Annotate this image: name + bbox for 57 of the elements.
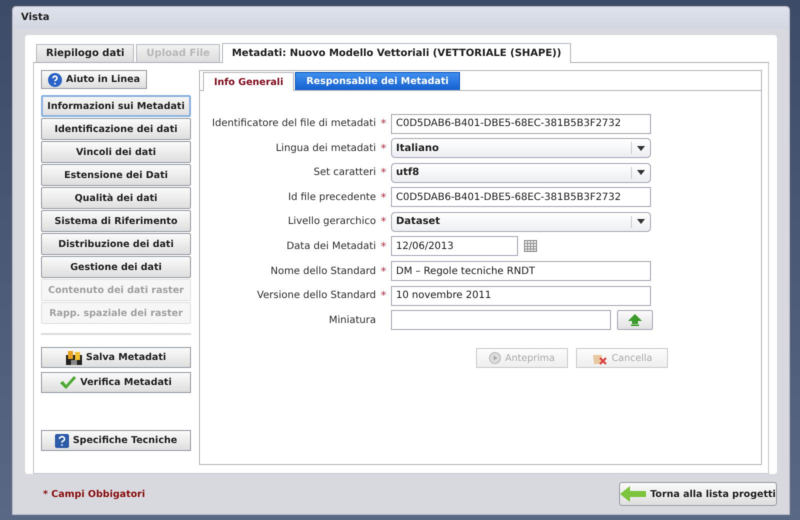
input-field[interactable]: DM – Regole tecniche RNDT [391, 261, 651, 282]
field-label: Nome dello Standard [269, 266, 376, 277]
save-button[interactable]: Salva Metadati [41, 347, 191, 368]
folder-icon [66, 350, 82, 364]
dropdown[interactable]: Italiano [391, 138, 651, 158]
required-mark: * [380, 264, 388, 278]
date-field[interactable]: 12/06/2013 [391, 236, 518, 256]
caret-icon [637, 219, 645, 224]
book-icon [54, 434, 69, 448]
verify-button[interactable]: Verifica Metadati [41, 372, 191, 393]
calendar-icon[interactable] [524, 240, 537, 252]
caret-icon [637, 170, 645, 176]
help-icon [48, 72, 62, 86]
sidebar-item[interactable]: Gestione dei dati [41, 256, 191, 278]
required-mark: * [380, 166, 388, 180]
sidebar-item[interactable]: Qualità dei dati [41, 187, 191, 209]
field-label: Data dei Metadati [285, 240, 376, 252]
sidebar-item[interactable]: Identificazione dei dati [41, 118, 191, 140]
field-label: Miniatura [328, 314, 376, 326]
sidebar-item[interactable]: Distribuzione dei dati [41, 233, 191, 255]
field-label: Lingua dei metadati [274, 142, 376, 154]
back-arrow-icon [620, 486, 646, 502]
caret-icon [637, 146, 645, 151]
sidebar-item[interactable]: Vincoli dei dati [41, 141, 191, 163]
field-label: Versione dello Standard [256, 290, 376, 302]
input-field[interactable]: C0D5DAB6-B401-DBE5-68EC-381B5B3F2732 [391, 114, 651, 134]
input-field[interactable]: 10 novembre 2011 [391, 286, 651, 306]
sidebar-item[interactable]: Informazioni sui Metadati [41, 95, 191, 117]
tab[interactable]: Info Generali [203, 72, 294, 91]
play-icon [489, 352, 502, 364]
required-mark: * [380, 240, 388, 253]
required-mark: * [380, 215, 388, 228]
dropdown[interactable]: Dataset [391, 212, 651, 232]
field-label: Set caratteri [312, 167, 376, 178]
field-label: Livello gerarchico [286, 216, 376, 228]
spec-button[interactable]: Specifiche Tecniche [41, 430, 191, 451]
required-mark: * [380, 117, 388, 130]
back-button[interactable]: Torna alla lista progetti [619, 482, 777, 506]
upload-button[interactable] [617, 310, 653, 330]
required-note: * Campi Obbigatori [43, 488, 146, 500]
help-button[interactable]: Aiuto in Linea [41, 70, 147, 89]
upload-arrow-icon [628, 314, 642, 326]
file-field[interactable] [391, 310, 611, 330]
sidebar-item[interactable]: Sistema di Riferimento [41, 210, 191, 232]
sidebar-item[interactable]: Estensione dei Dati [41, 164, 191, 186]
required-mark: * [380, 289, 388, 302]
tab[interactable]: Responsabile dei Metadati [295, 72, 460, 90]
window-title: Vista [13, 7, 789, 29]
input-field[interactable]: C0D5DAB6-B401-DBE5-68EC-381B5B3F2732 [391, 187, 651, 208]
field-label: Id file precedente [287, 192, 376, 203]
field-label: Identificatore del file di metadati [211, 118, 376, 129]
checkmark-icon [60, 376, 76, 389]
tab[interactable]: Riepilogo dati [36, 44, 134, 62]
dropdown[interactable]: utf8 [391, 162, 651, 183]
required-mark: * [380, 142, 388, 155]
tab[interactable]: Metadati: Nuovo Modello Vettoriali (VETTORIALE (SHAPE)) [222, 43, 572, 63]
required-mark: * [380, 190, 388, 204]
